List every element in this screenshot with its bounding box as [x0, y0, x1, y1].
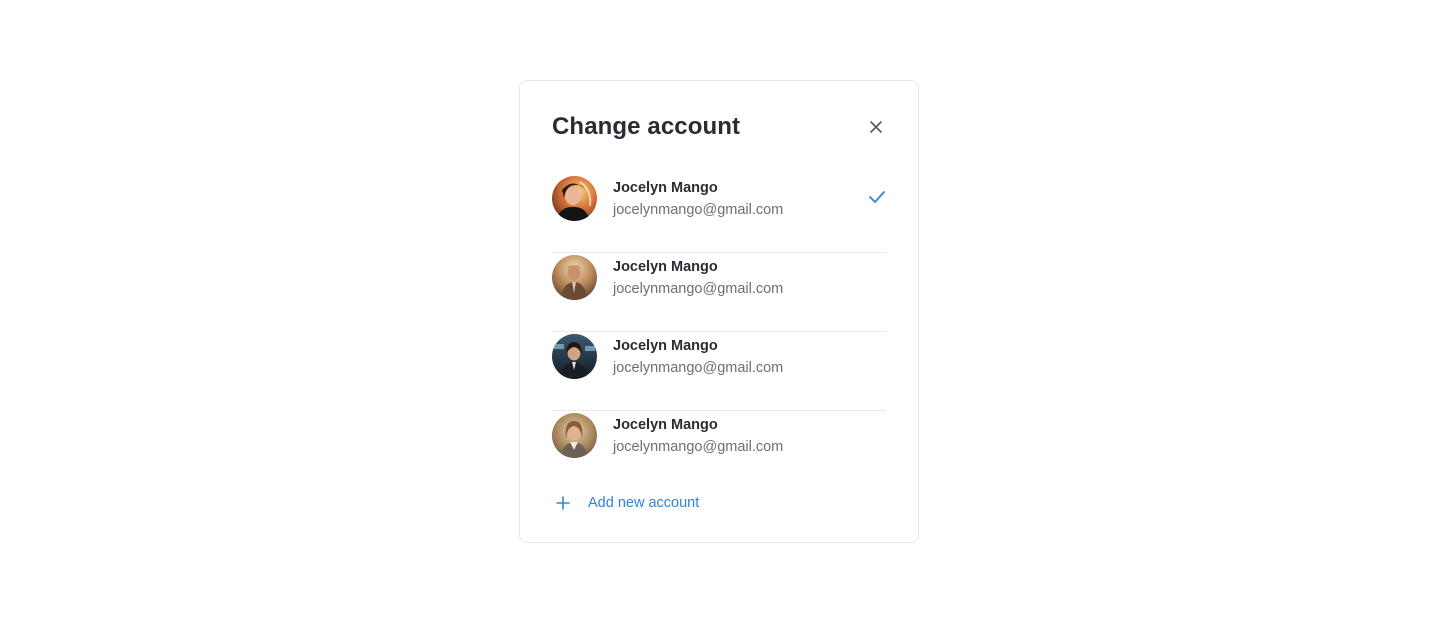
account-info: Jocelyn Mango jocelynmango@gmail.com [613, 416, 783, 456]
account-info: Jocelyn Mango jocelynmango@gmail.com [613, 179, 783, 219]
account-item[interactable]: Jocelyn Mango jocelynmango@gmail.com [552, 174, 886, 253]
account-item[interactable]: Jocelyn Mango jocelynmango@gmail.com [552, 411, 886, 490]
avatar [552, 255, 597, 300]
account-email: jocelynmango@gmail.com [613, 281, 784, 297]
add-account-button[interactable]: Add new account [552, 492, 699, 514]
change-account-dialog: Change account Jocelyn Mango jocelynmang… [519, 80, 919, 543]
account-item[interactable]: Jocelyn Mango jocelynmango@gmail.com [552, 253, 886, 332]
account-name: Jocelyn Mango [613, 259, 718, 275]
close-button[interactable] [866, 117, 886, 137]
avatar [552, 413, 597, 458]
account-info: Jocelyn Mango jocelynmango@gmail.com [613, 258, 783, 298]
account-name: Jocelyn Mango [613, 417, 718, 433]
account-list: Jocelyn Mango jocelynmango@gmail.com Joc… [552, 174, 886, 490]
account-info: Jocelyn Mango jocelynmango@gmail.com [613, 337, 783, 377]
dialog-title: Change account [552, 113, 741, 140]
plus-icon [556, 496, 570, 510]
avatar [552, 176, 597, 221]
add-account-label: Add new account [588, 495, 700, 511]
dialog-header: Change account [552, 111, 886, 147]
account-email: jocelynmango@gmail.com [613, 360, 784, 376]
avatar [552, 334, 597, 379]
account-name: Jocelyn Mango [613, 180, 718, 196]
account-email: jocelynmango@gmail.com [613, 439, 784, 455]
account-email: jocelynmango@gmail.com [613, 202, 784, 218]
account-item[interactable]: Jocelyn Mango jocelynmango@gmail.com [552, 332, 886, 411]
close-icon [870, 121, 882, 133]
check-icon [869, 191, 885, 203]
account-name: Jocelyn Mango [613, 338, 718, 354]
